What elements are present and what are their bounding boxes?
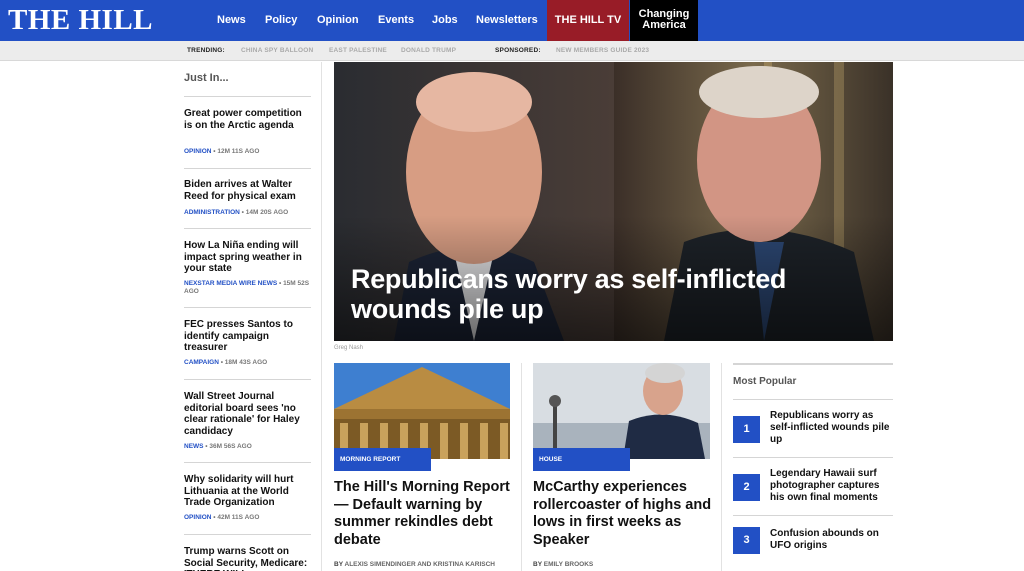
- column-divider: [521, 363, 522, 571]
- just-in-headline[interactable]: Great power competition is on the Arctic…: [184, 108, 312, 131]
- photo-credit: Greg Nash: [334, 345, 364, 351]
- category-link[interactable]: OPINION: [184, 148, 211, 155]
- site-logo[interactable]: THE HILL: [8, 3, 153, 37]
- divider: [184, 307, 311, 308]
- nav-opinion[interactable]: Opinion: [317, 0, 359, 41]
- rank-badge: 2: [733, 474, 760, 501]
- timestamp: 14M 20S AGO: [245, 209, 289, 216]
- category-tag[interactable]: MORNING REPORT: [334, 448, 431, 471]
- divider: [733, 363, 893, 365]
- trending-label: TRENDING:: [187, 47, 225, 54]
- nav-changing-america[interactable]: Changing America: [630, 0, 698, 41]
- trending-item[interactable]: DONALD TRUMP: [401, 41, 456, 61]
- timestamp: 36M 56S AGO: [209, 443, 252, 450]
- timestamp: 42M 11S AGO: [217, 514, 260, 521]
- just-in-heading: Just In...: [184, 72, 229, 84]
- category-link[interactable]: ADMINISTRATION: [184, 209, 240, 216]
- trending-bar: TRENDING: CHINA SPY BALLOON EAST PALESTI…: [0, 41, 1024, 61]
- byline-prefix: BY: [334, 561, 343, 568]
- author-link[interactable]: ALEXIS SIMENDINGER AND KRISTINA KARISCH: [345, 561, 495, 568]
- byline: BY ALEXIS SIMENDINGER AND KRISTINA KARIS…: [334, 561, 495, 568]
- article-headline[interactable]: The Hill's Morning Report — Default warn…: [334, 479, 514, 549]
- article-image[interactable]: [334, 363, 510, 459]
- just-in-meta: NEXSTAR MEDIA WIRE NEWS • 15M 52S AGO: [184, 280, 310, 295]
- category-link[interactable]: NEWS: [184, 443, 204, 450]
- article-headline[interactable]: McCarthy experiences rollercoaster of hi…: [533, 479, 713, 549]
- divider: [733, 457, 893, 458]
- just-in-headline[interactable]: Why solidarity will hurt Lithuania at th…: [184, 474, 312, 509]
- rank-badge: 3: [733, 527, 760, 554]
- nav-news[interactable]: News: [217, 0, 246, 41]
- category-tag[interactable]: HOUSE: [533, 448, 630, 471]
- just-in-headline[interactable]: FEC presses Santos to identify campaign …: [184, 319, 312, 354]
- hero-headline[interactable]: Republicans worry as self-inflicted woun…: [351, 264, 871, 324]
- just-in-headline[interactable]: Trump warns Scott on Social Security, Me…: [184, 546, 312, 571]
- divider: [184, 534, 311, 535]
- timestamp: 12M 11S AGO: [217, 148, 260, 155]
- just-in-headline[interactable]: Wall Street Journal editorial board sees…: [184, 391, 312, 437]
- nav-the-hill-tv[interactable]: THE HILL TV: [547, 0, 629, 41]
- divider: [733, 399, 893, 400]
- divider: [184, 379, 311, 380]
- nav-policy[interactable]: Policy: [265, 0, 297, 41]
- sponsored-label: SPONSORED:: [495, 47, 541, 54]
- byline: BY EMILY BROOKS: [533, 561, 593, 568]
- mccarthy-photo: [533, 363, 710, 459]
- just-in-meta: NEWS • 36M 56S AGO: [184, 443, 252, 450]
- sponsored-item[interactable]: NEW MEMBERS GUIDE 2023: [556, 41, 649, 61]
- treasury-building-photo: [334, 363, 510, 459]
- category-link[interactable]: NEXSTAR MEDIA WIRE NEWS: [184, 280, 277, 287]
- article-image[interactable]: [533, 363, 710, 459]
- divider: [184, 462, 311, 463]
- most-popular-headline[interactable]: Republicans worry as self-inflicted woun…: [770, 410, 892, 447]
- category-link[interactable]: OPINION: [184, 514, 211, 521]
- nav-events[interactable]: Events: [378, 0, 414, 41]
- just-in-meta: OPINION • 42M 11S AGO: [184, 514, 260, 521]
- byline-prefix: BY: [533, 561, 542, 568]
- timestamp: 18M 43S AGO: [224, 359, 268, 366]
- trending-item[interactable]: EAST PALESTINE: [329, 41, 387, 61]
- changing-america-line-2: America: [642, 19, 686, 31]
- divider: [184, 168, 311, 169]
- just-in-headline[interactable]: Biden arrives at Walter Reed for physica…: [184, 179, 312, 202]
- most-popular-heading: Most Popular: [733, 376, 797, 387]
- top-navigation-bar: THE HILL News Policy Opinion Events Jobs…: [0, 0, 1024, 41]
- divider: [733, 515, 893, 516]
- most-popular-headline[interactable]: Legendary Hawaii surf photographer captu…: [770, 468, 892, 505]
- most-popular-headline[interactable]: Confusion abounds on UFO origins: [770, 528, 892, 552]
- just-in-headline[interactable]: How La Niña ending will impact spring we…: [184, 240, 312, 275]
- nav-jobs[interactable]: Jobs: [432, 0, 458, 41]
- divider: [184, 96, 311, 97]
- just-in-meta: ADMINISTRATION • 14M 20S AGO: [184, 209, 289, 216]
- just-in-meta: CAMPAIGN • 18M 43S AGO: [184, 359, 268, 366]
- divider: [184, 228, 311, 229]
- just-in-meta: OPINION • 12M 11S AGO: [184, 148, 260, 155]
- trending-item[interactable]: CHINA SPY BALLOON: [241, 41, 313, 61]
- column-divider: [321, 62, 322, 571]
- column-divider: [721, 363, 722, 571]
- category-link[interactable]: CAMPAIGN: [184, 359, 219, 366]
- author-link[interactable]: EMILY BROOKS: [544, 561, 593, 568]
- nav-newsletters[interactable]: Newsletters: [476, 0, 538, 41]
- rank-badge: 1: [733, 416, 760, 443]
